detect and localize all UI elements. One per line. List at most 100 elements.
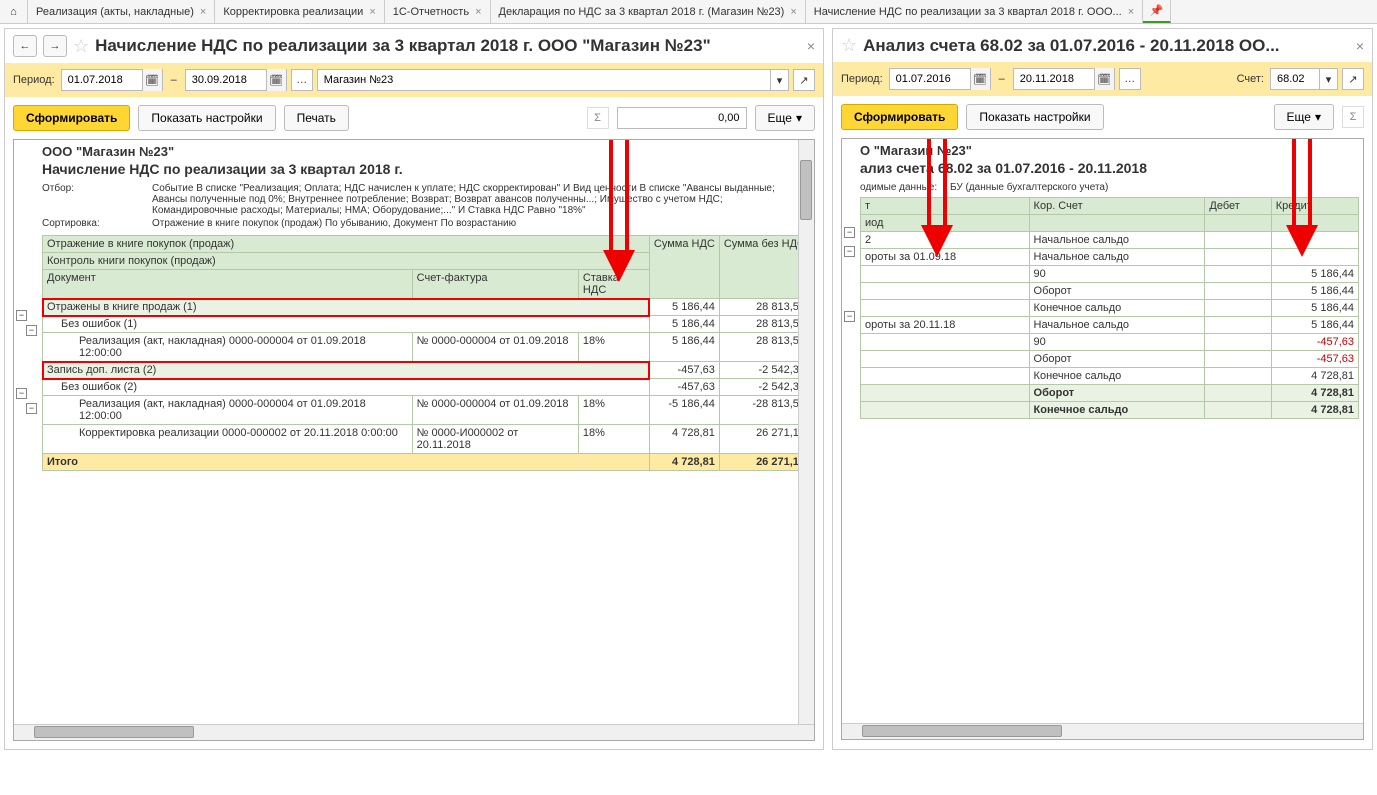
form-button[interactable]: Сформировать: [13, 105, 130, 131]
total-sum: 26 271,19: [719, 454, 809, 471]
account-open-button[interactable]: ↗: [1342, 68, 1364, 90]
favorite-icon[interactable]: ☆: [73, 36, 89, 57]
cell-sum: 28 813,56: [719, 333, 809, 362]
close-icon[interactable]: ×: [369, 6, 375, 18]
total-row: Итого4 728,8126 271,19: [43, 454, 810, 471]
tree-collapse-icon[interactable]: −: [16, 388, 27, 399]
date-to-field[interactable]: [1014, 71, 1094, 87]
sort-meta-value: Отражение в книге покупок (продаж) По уб…: [152, 218, 810, 229]
subgroup-row[interactable]: Без ошибок (2)-457,63-2 542,37: [43, 379, 810, 396]
calendar-icon[interactable]: 🗓: [142, 69, 162, 91]
data-row[interactable]: Оборот-457,63: [861, 351, 1359, 368]
col-kor: Кор. Счет: [1029, 198, 1205, 215]
src-meta-label: одимые данные:: [860, 182, 950, 193]
data-row[interactable]: Реализация (акт, накладная) 0000-000004 …: [43, 333, 810, 362]
vertical-scrollbar[interactable]: [798, 140, 814, 740]
sum-icon[interactable]: Σ: [587, 107, 609, 129]
subgroup-row[interactable]: Без ошибок (1)5 186,4428 813,56: [43, 316, 810, 333]
cell-credit: 4 728,81: [1271, 385, 1358, 402]
tab-item[interactable]: Реализация (акты, накладные)×: [28, 0, 215, 23]
cell-vat: 5 186,44: [649, 299, 719, 316]
tree-collapse-icon[interactable]: −: [16, 310, 27, 321]
account-field[interactable]: [1271, 71, 1319, 87]
data-row[interactable]: 2Начальное сальдо: [861, 232, 1359, 249]
tree-collapse-icon[interactable]: −: [844, 311, 855, 322]
data-row[interactable]: Конечное сальдо4 728,81: [861, 368, 1359, 385]
close-icon[interactable]: ×: [1128, 6, 1134, 18]
close-icon[interactable]: ×: [475, 6, 481, 18]
col-rate: Ставка НДС: [578, 270, 649, 299]
tab-item[interactable]: 1С-Отчетность×: [385, 0, 491, 23]
tree-collapse-icon[interactable]: −: [26, 325, 37, 336]
more-button[interactable]: Еще▾: [1274, 104, 1334, 130]
chevron-down-icon: ▾: [796, 111, 802, 125]
tab-item[interactable]: Корректировка реализации×: [215, 0, 384, 23]
calendar-icon[interactable]: 🗓: [266, 69, 286, 91]
date-to-input[interactable]: 🗓: [1013, 68, 1115, 90]
show-settings-button[interactable]: Показать настройки: [966, 104, 1103, 130]
tab-item[interactable]: Декларация по НДС за 3 квартал 2018 г. (…: [491, 0, 806, 23]
close-icon[interactable]: ×: [790, 6, 796, 18]
print-button[interactable]: Печать: [284, 105, 349, 131]
tab-home[interactable]: ⌂: [0, 0, 28, 23]
data-row[interactable]: Реализация (акт, накладная) 0000-000004 …: [43, 396, 810, 425]
tab-item[interactable]: Начисление НДС по реализации за 3 кварта…: [806, 0, 1143, 23]
cell-doc: Реализация (акт, накладная) 0000-000004 …: [43, 396, 413, 425]
org-input[interactable]: ▾: [317, 69, 789, 91]
date-from-input[interactable]: 🗓: [61, 69, 163, 91]
close-icon[interactable]: ×: [200, 6, 206, 18]
form-button[interactable]: Сформировать: [841, 104, 958, 130]
page-title: Начисление НДС по реализации за 3 кварта…: [95, 36, 711, 56]
horizontal-scrollbar[interactable]: [842, 723, 1363, 739]
more-button[interactable]: Еще▾: [755, 105, 815, 131]
sum-icon[interactable]: Σ: [1342, 106, 1364, 128]
company-name: О "Магазин №23": [860, 143, 1359, 158]
org-open-button[interactable]: ↗: [793, 69, 815, 91]
tree-collapse-icon[interactable]: −: [26, 403, 37, 414]
calendar-icon[interactable]: 🗓: [1094, 68, 1114, 90]
close-pane-button[interactable]: ×: [1356, 38, 1364, 54]
account-input[interactable]: ▾: [1270, 68, 1338, 90]
group-row[interactable]: Отражены в книге продаж (1)5 186,4428 81…: [43, 299, 810, 316]
date-from-field[interactable]: [62, 72, 142, 88]
date-to-input[interactable]: 🗓: [185, 69, 287, 91]
date-to-field[interactable]: [186, 72, 266, 88]
date-from-input[interactable]: 🗓: [889, 68, 991, 90]
cell-kor: Начальное сальдо: [1029, 232, 1205, 249]
show-settings-button[interactable]: Показать настройки: [138, 105, 275, 131]
cell-credit: -457,63: [1271, 334, 1358, 351]
action-bar: Сформировать Показать настройки Еще▾ Σ: [833, 96, 1372, 138]
data-row[interactable]: Конечное сальдо5 186,44: [861, 300, 1359, 317]
close-pane-button[interactable]: ×: [807, 38, 815, 54]
data-row[interactable]: Корректировка реализации 0000-000002 от …: [43, 425, 810, 454]
data-row[interactable]: 905 186,44: [861, 266, 1359, 283]
favorite-icon[interactable]: ☆: [841, 35, 857, 56]
calendar-icon[interactable]: 🗓: [970, 68, 990, 90]
sum-field[interactable]: [617, 107, 747, 129]
cell-period: ороты за 20.11.18: [861, 317, 1030, 334]
group-row[interactable]: Запись доп. листа (2)-457,63-2 542,37: [43, 362, 810, 379]
data-row[interactable]: Оборот5 186,44: [861, 283, 1359, 300]
data-row[interactable]: 90 -457,63: [861, 334, 1359, 351]
org-field[interactable]: [318, 72, 770, 88]
data-row[interactable]: ороты за 20.11.18Начальное сальдо5 186,4…: [861, 317, 1359, 334]
dropdown-icon[interactable]: ▾: [1319, 68, 1337, 90]
dropdown-icon[interactable]: ▾: [770, 69, 788, 91]
period-select-button[interactable]: …: [1119, 68, 1141, 90]
src-meta-value: БУ (данные бухгалтерского учета): [950, 182, 1359, 193]
group-label: Запись доп. листа (2): [43, 362, 650, 379]
tab-pin[interactable]: 📌: [1143, 0, 1171, 23]
period-select-button[interactable]: …: [291, 69, 313, 91]
date-from-field[interactable]: [890, 71, 970, 87]
tree-collapse-icon[interactable]: −: [844, 246, 855, 257]
col-novati: Сумма без НДС: [719, 236, 809, 299]
cell-sf: № 0000-000004 от 01.09.2018: [412, 333, 578, 362]
cell-credit: 5 186,44: [1271, 300, 1358, 317]
forward-button[interactable]: →: [43, 35, 67, 57]
back-button[interactable]: ←: [13, 35, 37, 57]
col-sf: Счет-фактура: [412, 270, 578, 299]
horizontal-scrollbar[interactable]: [14, 724, 814, 740]
cell-kor: 90: [1029, 334, 1205, 351]
tree-collapse-icon[interactable]: −: [844, 227, 855, 238]
data-row[interactable]: ороты за 01.09.18Начальное сальдо: [861, 249, 1359, 266]
